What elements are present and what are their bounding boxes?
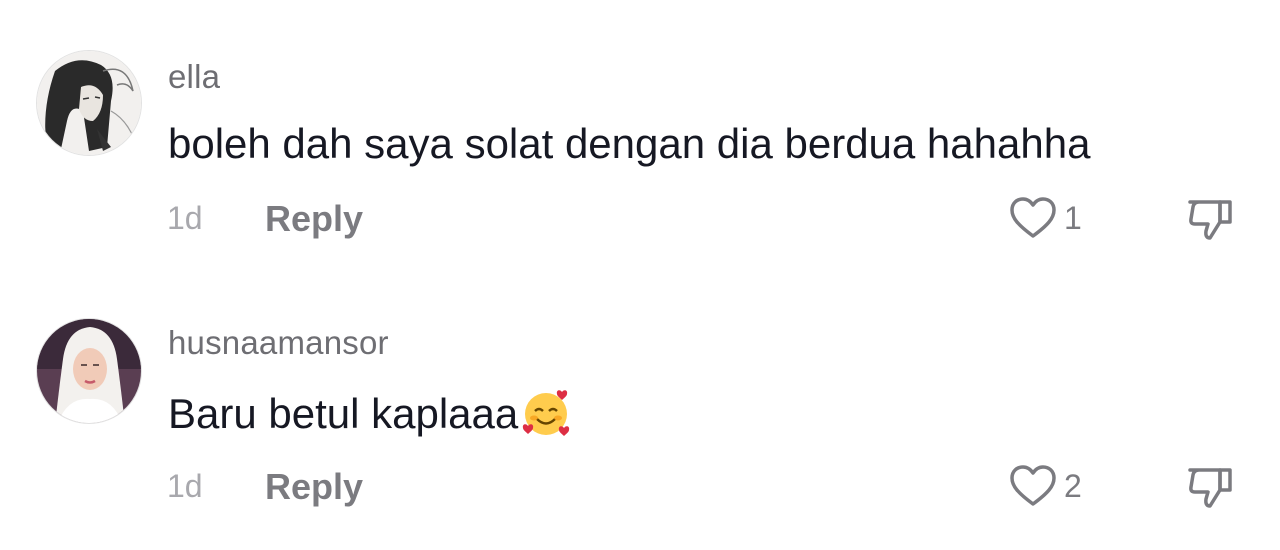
- comment-username[interactable]: husnaamansor: [168, 324, 389, 362]
- reply-button[interactable]: Reply: [265, 198, 363, 240]
- comment-text-content: Baru betul kaplaaa: [168, 390, 519, 438]
- dislike-button[interactable]: [1186, 198, 1234, 247]
- like-button[interactable]: 1: [1008, 196, 1082, 240]
- avatar[interactable]: [36, 50, 142, 156]
- comment-timestamp: 1d: [167, 200, 203, 236]
- comment-text: boleh dah saya solat dengan dia berdua h…: [168, 120, 1091, 167]
- avatar-anime-girl-icon: [37, 51, 141, 155]
- reply-button[interactable]: Reply: [265, 466, 363, 508]
- comment-item: ella boleh dah saya solat dengan dia ber…: [0, 0, 1280, 260]
- like-count: 1: [1064, 199, 1082, 236]
- like-count: 2: [1064, 467, 1082, 504]
- thumbs-down-icon: [1188, 200, 1232, 240]
- smiling-face-with-hearts-icon: [520, 386, 572, 448]
- comment-text: Baru betul kaplaaa: [168, 386, 572, 448]
- avatar[interactable]: [36, 318, 142, 424]
- thumbs-down-icon: [1188, 468, 1232, 508]
- dislike-button[interactable]: [1186, 466, 1234, 515]
- like-button[interactable]: 2: [1008, 464, 1082, 508]
- heart-icon: [1010, 197, 1056, 238]
- comment-username[interactable]: ella: [168, 58, 220, 96]
- avatar-hijab-woman-icon: [37, 319, 141, 423]
- heart-icon: [1010, 465, 1056, 506]
- comment-item: husnaamansor Baru betul kaplaaa 1d Reply…: [0, 268, 1280, 528]
- comment-timestamp: 1d: [167, 468, 203, 504]
